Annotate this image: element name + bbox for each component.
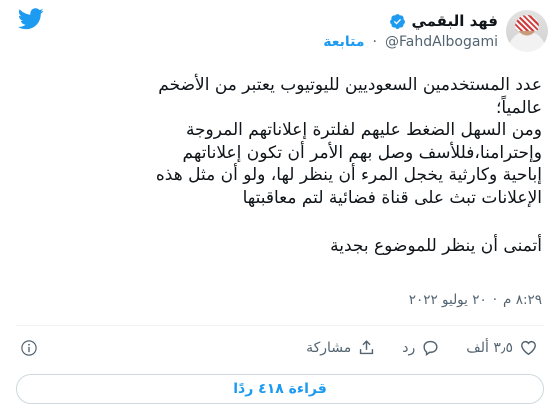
tweet-card: فهد البقمي @FahdAlbogami · متابعة عدد ال… [0,0,560,420]
twitter-bird-icon[interactable] [18,8,44,30]
reply-button[interactable]: رد [402,338,440,357]
like-button[interactable]: ٣٫٥ ألف [466,338,538,357]
tweet-line: عدد المستخدمين السعوديين لليوتيوب يعتبر … [158,75,542,95]
reply-bubble-icon [423,340,438,357]
reply-label: رد [402,339,416,356]
tweet-line: عالمياً؛ [495,97,542,118]
author-handle[interactable]: @FahdAlbogami [385,31,498,53]
tweet-line: إباحية وكارثية يخجل المرء أن ينظر لها، و… [155,165,542,185]
author-name-row[interactable]: فهد البقمي [323,11,498,31]
author-info: فهد البقمي @FahdAlbogami · متابعة [323,11,498,53]
info-icon[interactable] [20,339,38,357]
like-count: ٣٫٥ ألف [466,339,513,356]
tweet-time: ٨:٢٩ م [503,292,542,308]
verified-badge-icon [390,13,406,29]
read-replies-button[interactable]: قراءة ٤١٨ ردًا [16,374,544,404]
author-name[interactable]: فهد البقمي [411,11,498,31]
tweet-line: وإحترامنا،فللأسف وصل بهم الأمر أن تكون إ… [182,142,542,163]
tweet-line: ومن السهل الضغط عليهم لفلترة إعلاناتهم ا… [185,120,542,140]
tweet-text: عدد المستخدمين السعوديين لليوتيوب يعتبر … [10,74,542,258]
divider [16,325,544,326]
share-label: مشاركة [306,339,352,356]
avatar-ghutra [515,15,539,31]
heart-icon [521,340,536,356]
handle-separator: · [372,34,377,50]
action-bar: ٣٫٥ ألف رد مشاركة [306,338,538,357]
avatar[interactable] [506,10,548,52]
tweet-timestamp[interactable]: ٨:٢٩ م · ٢٠ يوليو ٢٠٢٢ [409,292,542,308]
share-icon [360,340,374,355]
tweet-closing-line: أتمنى أن ينظر للموضوع بجدية [330,236,542,256]
share-button[interactable]: مشاركة [306,338,376,357]
timestamp-separator: · [492,292,498,308]
tweet-line: الإعلانات تبث على قناة فضائية لتم معاقبت… [242,187,542,208]
follow-button[interactable]: متابعة [323,31,364,53]
handle-row: @FahdAlbogami · متابعة [323,31,498,53]
tweet-date: ٢٠ يوليو ٢٠٢٢ [408,292,487,308]
